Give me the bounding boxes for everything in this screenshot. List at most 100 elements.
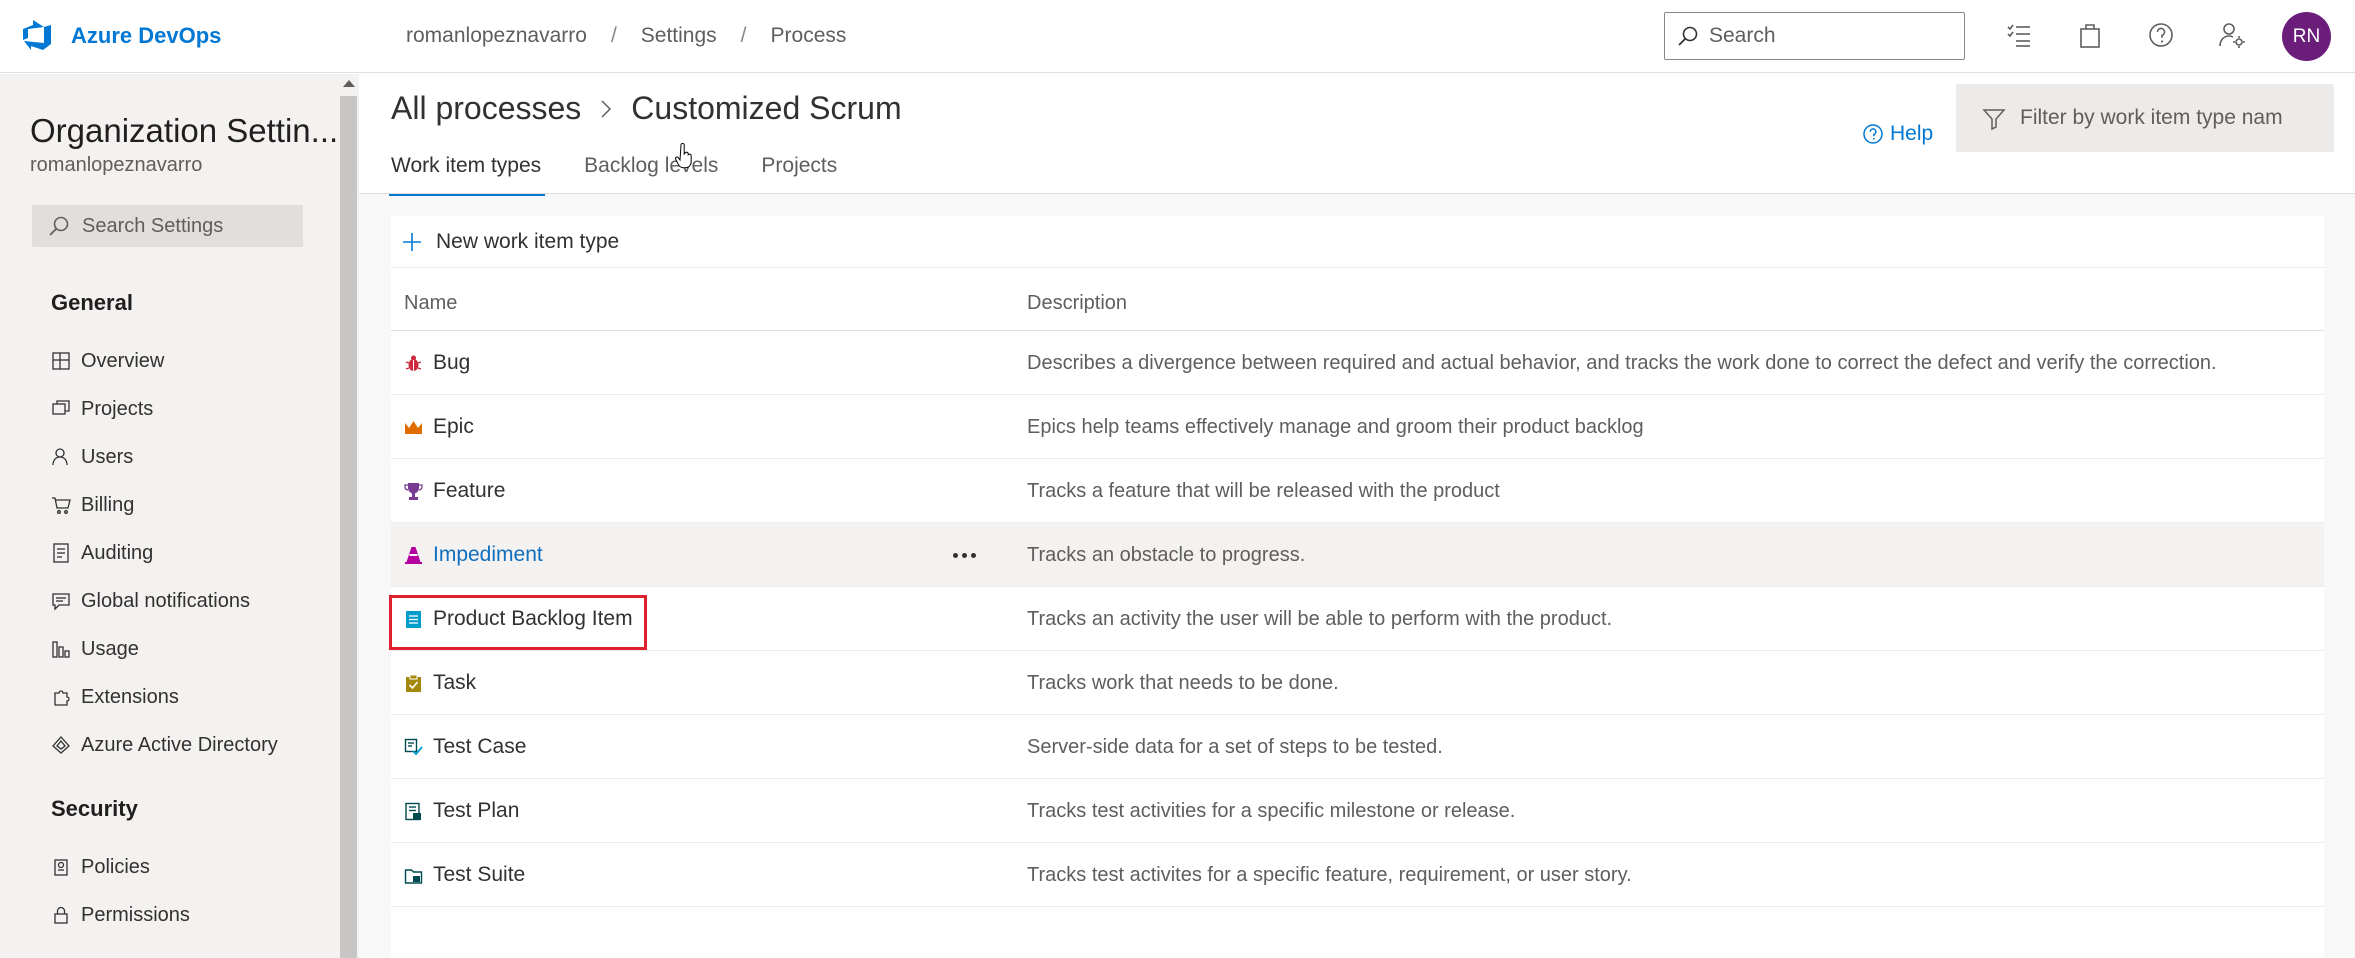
test-case-icon [404, 738, 423, 755]
sidebar-item-overview[interactable]: Overview [51, 341, 321, 381]
work-item-label: Feature [433, 479, 506, 502]
work-item-name[interactable]: Feature [404, 459, 505, 523]
table-row[interactable]: Bug Describes a divergence between requi… [391, 331, 2324, 395]
help-label: Help [1890, 122, 1934, 145]
filter-input[interactable] [2020, 103, 2320, 133]
sidebar-item-label: Azure Active Directory [81, 733, 278, 756]
azure-devops-logo-icon[interactable] [20, 18, 54, 52]
sidebar-item-label: Users [81, 445, 134, 468]
work-item-description: Tracks test activities for a specific mi… [1027, 799, 1516, 822]
work-item-description: Epics help teams effectively manage and … [1027, 415, 1644, 438]
breadcrumb-separator: / [610, 24, 617, 47]
usage-chart-icon [52, 641, 70, 658]
bug-icon [405, 355, 422, 371]
table-row[interactable]: Test Suite Tracks test activites for a s… [391, 843, 2324, 907]
tab-divider [359, 193, 2355, 194]
work-item-name[interactable]: Epic [404, 395, 474, 459]
work-item-label: Task [433, 671, 477, 694]
breadcrumb: romanlopeznavarro / Settings / Process [406, 24, 846, 48]
sidebar-item-global-notifications[interactable]: Global notifications [51, 581, 321, 621]
search-icon [1678, 26, 1698, 46]
work-item-name[interactable]: Impediment [404, 523, 543, 587]
table-row[interactable]: Epic Epics help teams effectively manage… [391, 395, 2324, 459]
table-row[interactable]: Task Tracks work that needs to be done. [391, 651, 2324, 715]
sidebar-item-label: Auditing [81, 541, 154, 564]
clipboard-task-icon [406, 674, 421, 692]
help-link[interactable]: Help [1862, 122, 1933, 146]
scroll-up-arrow-icon[interactable] [343, 80, 355, 87]
help-circle-icon[interactable] [2146, 20, 2176, 50]
sidebar-item-usage[interactable]: Usage [51, 629, 321, 669]
brand-name[interactable]: Azure DevOps [71, 23, 221, 49]
backlog-item-icon [406, 610, 421, 628]
notifications-icon [52, 593, 70, 611]
work-item-label: Epic [433, 415, 474, 438]
work-item-name[interactable]: Test Case [404, 715, 526, 779]
sidebar-item-projects[interactable]: Projects [51, 389, 321, 429]
sidebar-item-users[interactable]: Users [51, 437, 321, 477]
filter-icon [1982, 109, 2006, 131]
traffic-cone-icon [405, 546, 422, 564]
user-settings-icon[interactable] [2217, 20, 2247, 50]
sidebar-item-label: Extensions [81, 685, 179, 708]
table-row[interactable]: Feature Tracks a feature that will be re… [391, 459, 2324, 523]
sidebar-item-label: Projects [81, 397, 154, 420]
sidebar-item-billing[interactable]: Billing [51, 485, 321, 525]
column-header-description[interactable]: Description [1027, 292, 1127, 315]
overview-icon [52, 352, 70, 370]
breadcrumb-org[interactable]: romanlopeznavarro [406, 24, 587, 48]
extensions-icon [54, 690, 70, 706]
sidebar-item-auditing[interactable]: Auditing [51, 533, 321, 573]
scrollbar-thumb[interactable] [340, 96, 357, 958]
tab-bar: Work item types Backlog levels Projects [388, 154, 880, 196]
breadcrumb-process[interactable]: Process [771, 24, 847, 48]
table-row[interactable]: Test Case Server-side data for a set of … [391, 715, 2324, 779]
avatar[interactable]: RN [2282, 12, 2331, 61]
top-search-box[interactable] [1664, 12, 1965, 60]
sidebar-scrollbar[interactable] [338, 74, 359, 958]
mouse-cursor-hand-icon [675, 143, 692, 169]
task-list-icon[interactable] [2004, 20, 2034, 50]
sidebar-item-label: Global notifications [81, 589, 250, 612]
work-item-label: Test Case [433, 735, 527, 758]
work-item-types-card: New work item type Name Description Bug … [391, 216, 2324, 958]
work-item-description: Tracks test activites for a specific fea… [1027, 863, 1632, 886]
table-row[interactable]: Test Plan Tracks test activities for a s… [391, 779, 2324, 843]
top-search-input[interactable] [1709, 21, 1949, 51]
work-item-name[interactable]: Bug [404, 331, 470, 395]
tab-work-item-types[interactable]: Work item types [388, 154, 546, 196]
work-item-name[interactable]: Test Suite [404, 843, 525, 907]
billing-cart-icon [52, 497, 71, 514]
tab-backlog-levels[interactable]: Backlog levels [584, 154, 718, 194]
work-item-description: Server-side data for a set of steps to b… [1027, 735, 1443, 758]
work-item-name[interactable]: Product Backlog Item [404, 587, 633, 651]
settings-search-box[interactable] [32, 205, 303, 247]
test-plan-icon [405, 802, 421, 820]
all-processes-link[interactable]: All processes [391, 90, 581, 127]
sidebar-item-extensions[interactable]: Extensions [51, 677, 321, 717]
table-row[interactable]: Product Backlog Item Tracks an activity … [391, 587, 2324, 651]
filter-box[interactable] [1956, 84, 2334, 152]
marketplace-bag-icon[interactable] [2075, 20, 2105, 50]
more-actions-button[interactable] [944, 543, 984, 567]
work-item-label: Product Backlog Item [433, 607, 633, 630]
sidebar-item-permissions[interactable]: Permissions [51, 895, 321, 935]
work-item-name[interactable]: Task [404, 651, 476, 715]
section-heading-security: Security [51, 796, 138, 821]
column-header-name[interactable]: Name [404, 292, 457, 315]
sidebar-item-azure-active-directory[interactable]: Azure Active Directory [51, 725, 321, 765]
work-item-label: Bug [433, 351, 471, 374]
breadcrumb-separator: / [740, 24, 747, 47]
settings-search-input[interactable] [82, 211, 292, 241]
sidebar-item-label: Policies [81, 855, 150, 878]
work-item-name[interactable]: Test Plan [404, 779, 519, 843]
crown-icon [405, 420, 422, 434]
tab-projects[interactable]: Projects [761, 154, 837, 194]
breadcrumb-settings[interactable]: Settings [641, 24, 717, 48]
new-work-item-type-button[interactable]: New work item type [391, 216, 2324, 268]
settings-sidebar: Organization Settin... romanlopeznavarro… [0, 74, 338, 958]
chevron-right-icon [601, 99, 612, 118]
sidebar-item-policies[interactable]: Policies [51, 847, 321, 887]
table-row[interactable]: Impediment Tracks an obstacle to progres… [391, 523, 2324, 587]
page-title: All processes Customized Scrum [391, 90, 902, 127]
